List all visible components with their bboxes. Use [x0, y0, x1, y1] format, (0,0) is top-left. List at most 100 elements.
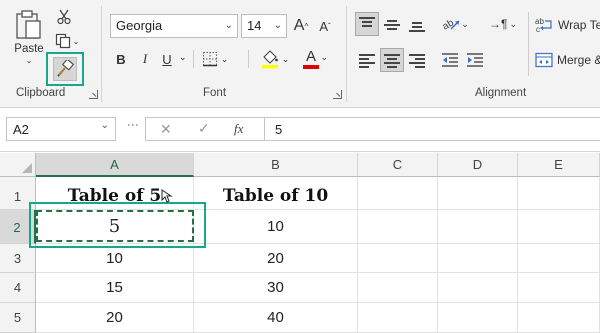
cell-value: 40 — [267, 309, 284, 326]
middle-align-button[interactable] — [380, 12, 404, 36]
cell-d2[interactable] — [438, 210, 518, 244]
cell-d4[interactable] — [438, 273, 518, 303]
cell-c3[interactable] — [358, 244, 438, 273]
column-header-label: D — [472, 157, 483, 172]
column-header-a[interactable]: A — [36, 153, 194, 177]
cell-e3[interactable] — [518, 244, 600, 273]
text-direction-button[interactable]: →¶ ⌄ — [488, 12, 518, 36]
paste-button[interactable]: Paste ⌄ — [10, 8, 48, 66]
cell-value: Table of 10 — [222, 186, 329, 206]
row-header-4[interactable]: 4 — [0, 273, 36, 303]
decrease-indent-button[interactable] — [438, 48, 462, 72]
clipboard-launcher-icon[interactable] — [89, 90, 98, 99]
cell-e2[interactable] — [518, 210, 600, 244]
cell-d5[interactable] — [438, 303, 518, 333]
cancel-icon[interactable]: ✕ — [160, 121, 172, 138]
align-left-button[interactable] — [355, 48, 379, 72]
merge-icon — [535, 52, 553, 68]
borders-button[interactable]: ⌄ — [200, 48, 230, 70]
decrease-font-size-button[interactable]: Aˇ — [314, 14, 336, 38]
font-size-value: 14 — [247, 18, 262, 33]
format-painter-highlight — [46, 52, 84, 86]
cell-a4[interactable]: 15 — [36, 273, 194, 303]
cell-c4[interactable] — [358, 273, 438, 303]
cell-b1[interactable]: Table of 10 — [194, 177, 358, 210]
align-center-button[interactable] — [380, 48, 404, 72]
underline-label: U — [162, 51, 172, 67]
cell-b2[interactable]: 10 — [194, 210, 358, 244]
row-header-label: 2 — [13, 220, 21, 235]
orientation-button[interactable]: ab ⌄ — [438, 12, 472, 36]
copy-button[interactable]: ⌄ — [52, 31, 82, 51]
chevron-down-icon[interactable]: ⌄ — [179, 52, 187, 63]
decrease-indent-icon — [442, 53, 458, 67]
align-left-icon — [358, 52, 376, 68]
cell-e4[interactable] — [518, 273, 600, 303]
bottom-align-button[interactable] — [405, 12, 429, 36]
cell-highlight — [29, 202, 206, 248]
chevron-down-icon: ⌄ — [224, 20, 233, 31]
column-header-e[interactable]: E — [518, 153, 600, 177]
column-header-label: B — [271, 157, 280, 172]
borders-icon — [202, 52, 217, 67]
italic-button[interactable]: I — [136, 48, 154, 70]
insert-function-icon[interactable]: fx — [234, 121, 243, 137]
row-header-3[interactable]: 3 — [0, 244, 36, 273]
underline-button[interactable]: U — [158, 48, 176, 70]
cell-b4[interactable]: 30 — [194, 273, 358, 303]
merge-label: Merge & — [557, 53, 600, 67]
cell-c1[interactable] — [358, 177, 438, 210]
font-name-select[interactable]: Georgia ⌄ — [110, 14, 238, 38]
font-color-button[interactable]: A ⌄ — [298, 46, 332, 72]
cell-e5[interactable] — [518, 303, 600, 333]
chevron-down-icon: ⌄ — [461, 18, 469, 29]
formula-input[interactable]: 5 — [265, 117, 600, 141]
scissors-icon — [57, 9, 71, 25]
chevron-down-icon: ⌄ — [273, 20, 282, 31]
cell-b5[interactable]: 40 — [194, 303, 358, 333]
font-launcher-icon[interactable] — [333, 90, 342, 99]
cell-d1[interactable] — [438, 177, 518, 210]
group-divider — [346, 6, 347, 102]
cell-b3[interactable]: 20 — [194, 244, 358, 273]
select-all-button[interactable] — [0, 153, 36, 177]
chevron-down-icon[interactable]: ⌄ — [101, 120, 109, 131]
font-name-value: Georgia — [116, 18, 163, 33]
more-options-icon[interactable]: ⋮ — [126, 119, 140, 129]
cell-a5[interactable]: 20 — [36, 303, 194, 333]
increase-indent-icon — [467, 53, 483, 67]
cell-e1[interactable] — [518, 177, 600, 210]
cut-button[interactable] — [55, 8, 73, 26]
divider — [248, 50, 249, 68]
wrap-text-button[interactable]: ab c Wrap Te — [535, 14, 600, 36]
group-divider — [101, 6, 102, 102]
cell-c2[interactable] — [358, 210, 438, 244]
name-box[interactable]: A2 ⌄ — [6, 117, 116, 141]
bold-button[interactable]: B — [112, 48, 130, 70]
font-group-label: Font — [203, 87, 227, 99]
cell-a3[interactable]: 10 — [36, 244, 194, 273]
merge-center-button[interactable]: Merge & — [535, 48, 600, 72]
chevron-down-icon[interactable]: ⌄ — [26, 56, 33, 65]
paint-bucket-icon — [261, 50, 278, 69]
fill-color-button[interactable]: ⌄ — [258, 46, 292, 72]
enter-icon[interactable]: ✓ — [198, 120, 210, 137]
top-align-button[interactable] — [355, 12, 379, 36]
cell-d3[interactable] — [438, 244, 518, 273]
increase-indent-button[interactable] — [463, 48, 487, 72]
bold-label: B — [116, 51, 126, 67]
font-color-label: A — [305, 48, 316, 66]
align-right-button[interactable] — [405, 48, 429, 72]
cell-value: 20 — [267, 249, 284, 267]
increase-font-size-button[interactable]: A ^ — [290, 14, 312, 38]
column-header-c[interactable]: C — [358, 153, 438, 177]
column-header-label: E — [554, 157, 563, 172]
row-header-5[interactable]: 5 — [0, 303, 36, 333]
font-color-swatch — [303, 65, 319, 69]
column-header-d[interactable]: D — [438, 153, 518, 177]
svg-text:c: c — [536, 25, 540, 33]
chevron-down-icon: ⌄ — [220, 53, 229, 64]
column-header-b[interactable]: B — [194, 153, 358, 177]
cell-c5[interactable] — [358, 303, 438, 333]
font-size-select[interactable]: 14 ⌄ — [241, 14, 287, 38]
